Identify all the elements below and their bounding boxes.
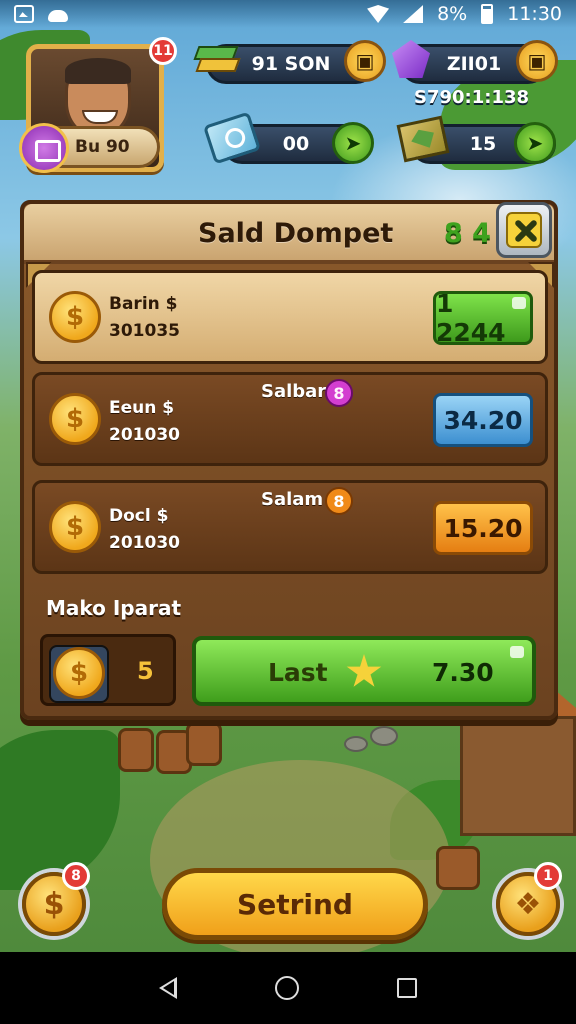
resource-books-value: 91 SON <box>251 53 331 75</box>
star-icon <box>346 654 382 687</box>
back-icon[interactable] <box>159 977 177 999</box>
wallet-row[interactable]: $ Barin $ 301035 1 2244 <box>32 270 548 364</box>
battery-percent: 8% <box>437 3 468 25</box>
wallet-row-name: Eeun $ <box>109 398 175 418</box>
home-icon[interactable] <box>275 976 299 1000</box>
coin-count-box: $ 5 <box>40 634 176 706</box>
wallet-row-text: Barin $ 301035 <box>109 291 180 345</box>
wallet-row-value: 15.20 <box>443 513 523 543</box>
coin-icon: $ <box>49 393 101 445</box>
add-cards-button[interactable]: ➤ <box>332 122 374 164</box>
coin-icon: $ <box>49 291 101 343</box>
resource-gems-subtext: S790:1:138 <box>414 87 530 108</box>
add-books-button[interactable]: ▣ <box>344 40 386 82</box>
bush <box>0 730 120 890</box>
books-icon <box>196 40 236 76</box>
wallet-row-amount: 301035 <box>109 321 180 341</box>
primary-action-label: Setrind <box>237 887 353 921</box>
action-amount: 7.30 <box>432 658 494 687</box>
add-gems-button[interactable]: ▣ <box>516 40 558 82</box>
close-icon <box>506 212 542 248</box>
barrel <box>186 722 222 766</box>
last-action-button[interactable]: Last 7.30 <box>192 636 536 706</box>
panel-counter: 8 4 <box>444 218 491 249</box>
wallet-row-value-button[interactable]: 1 2244 <box>433 289 533 347</box>
battery-icon <box>481 4 494 24</box>
level-label: Bu 90 <box>75 137 130 157</box>
scroll-icon: ❖ <box>514 886 542 922</box>
coin-shop-badge: 8 <box>62 862 90 890</box>
wallet-row[interactable]: $ Docl $ 201030 Salam 8 15.20 <box>32 480 548 574</box>
add-map-button[interactable]: ➤ <box>514 122 556 164</box>
wallet-row-text: Eeun $ 201030 <box>109 395 180 449</box>
expand-icon <box>510 646 524 658</box>
player-level-chip[interactable]: Bu 90 <box>19 123 160 173</box>
coin-icon: $ <box>53 647 105 699</box>
status-right: 8% 11:30 <box>367 3 562 25</box>
status-bar: 8% 11:30 <box>0 0 576 28</box>
wallet-row-name: Barin $ <box>109 294 178 314</box>
level-gem-icon <box>19 123 69 173</box>
map-badge: 1 <box>534 862 562 890</box>
recent-apps-icon[interactable] <box>397 978 417 998</box>
section-label: Mako Iparat <box>46 596 182 620</box>
coin-count: 5 <box>137 657 154 685</box>
rock <box>370 726 398 746</box>
wallet-row-badge: 8 <box>325 487 353 515</box>
resource-cards-value: 00 <box>282 133 310 155</box>
wallet-panel: Sald Dompet 8 4 $ Barin $ 301035 1 2244 … <box>20 200 558 720</box>
wallet-row-amount: 201030 <box>109 425 180 445</box>
action-label: Last <box>268 658 328 687</box>
hut <box>460 716 576 836</box>
plus-icon: ▣ <box>355 49 375 73</box>
arrow-icon: ➤ <box>526 131 544 155</box>
rock <box>344 736 368 752</box>
cloud-icon <box>48 10 68 22</box>
primary-action-button[interactable]: Setrind <box>162 868 428 940</box>
status-left <box>14 5 68 23</box>
avatar-notification-badge: 11 <box>149 37 177 65</box>
resource-gems-value: ZII01 <box>446 53 502 75</box>
expand-icon <box>512 297 526 309</box>
signal-icon <box>403 5 424 23</box>
wallet-row-tag: Salam <box>261 489 324 510</box>
plus-icon: ▣ <box>527 49 547 73</box>
clock: 11:30 <box>507 3 562 25</box>
wallet-row-value: 34.20 <box>443 405 523 435</box>
wifi-icon <box>367 5 390 23</box>
wallet-row[interactable]: $ Eeun $ 201030 Salbar 8 34.20 <box>32 372 548 466</box>
wallet-row-badge: 8 <box>325 379 353 407</box>
wallet-row-value-button[interactable]: 34.20 <box>433 393 533 447</box>
gallery-icon <box>14 5 34 23</box>
crate <box>436 846 480 890</box>
wallet-row-value-button[interactable]: 15.20 <box>433 501 533 555</box>
dollar-icon: $ <box>43 886 65 922</box>
panel-title: Sald Dompet <box>198 218 394 249</box>
arrow-icon: ➤ <box>344 131 362 155</box>
wallet-row-amount: 201030 <box>109 533 180 553</box>
coin-icon: $ <box>49 501 101 553</box>
wallet-row-tag: Salbar <box>261 381 327 402</box>
coin-stack-icon: $ <box>49 645 109 703</box>
resource-map-value: 15 <box>469 133 497 155</box>
close-button[interactable] <box>496 202 552 258</box>
wallet-row-text: Docl $ 201030 <box>109 503 180 557</box>
android-nav-bar <box>0 952 576 1024</box>
panel-header: Sald Dompet 8 4 <box>24 202 554 264</box>
wallet-row-name: Docl $ <box>109 506 169 526</box>
barrel <box>118 728 154 772</box>
